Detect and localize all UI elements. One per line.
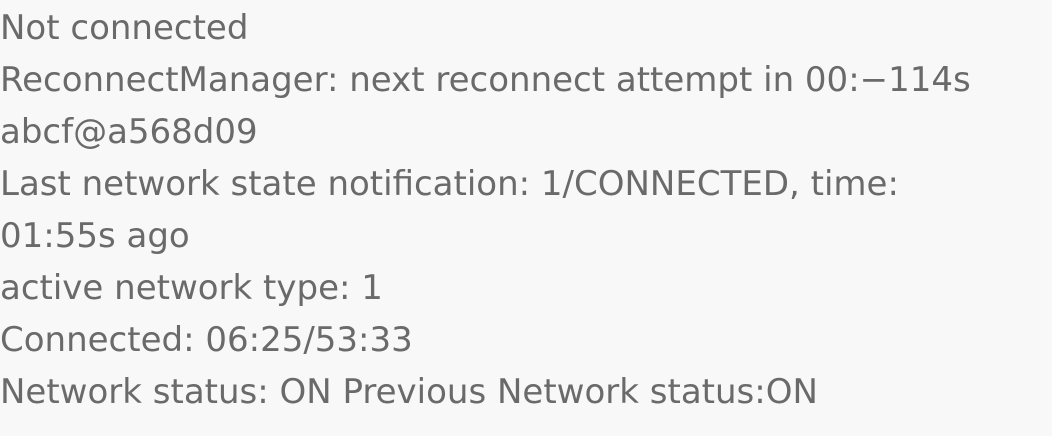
network-status-text: Network status: ON Previous Network stat… [0,372,818,412]
network-state-notification-text: Last network state notification: 1/CONNE… [0,164,899,204]
connection-state-text: Not connected [0,8,249,48]
network-state-notification-time-text: 01:55s ago [0,216,190,256]
connection-status-panel: Not connected ReconnectManager: next rec… [0,0,1052,436]
active-network-type-text: active network type: 1 [0,268,383,308]
build-id-text: abcf@a568d09 [0,112,258,152]
reconnect-attempt-text: ReconnectManager: next reconnect attempt… [0,60,971,100]
connected-time-text: Connected: 06:25/53:33 [0,320,413,360]
